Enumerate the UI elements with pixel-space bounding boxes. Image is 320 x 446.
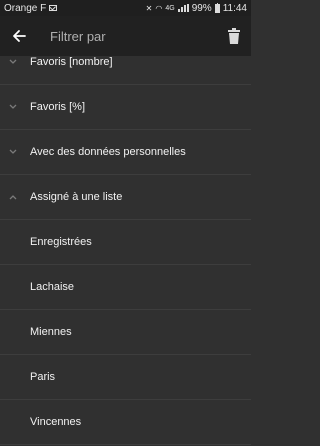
filter-label: Favoris [nombre] (30, 56, 113, 68)
list-option-paris[interactable]: Paris (0, 355, 251, 400)
mute-icon: ✕ (145, 3, 153, 13)
status-bar: Orange F ✕ ◠ 4G 99% 11:44 (0, 0, 251, 16)
clock: 11:44 (222, 2, 247, 14)
battery-icon (214, 2, 220, 13)
chevron-up-icon (8, 192, 18, 202)
list-option-miennes[interactable]: Miennes (0, 310, 251, 355)
filter-donnees-personnelles[interactable]: Avec des données personnelles (0, 130, 251, 175)
list-option-vincennes[interactable]: Vincennes (0, 400, 251, 445)
wifi-icon: ◠ (155, 3, 163, 13)
filter-label: Assigné à une liste (30, 191, 123, 203)
mail-notification-icon (49, 5, 58, 11)
battery-percent: 99% (191, 2, 212, 14)
chevron-down-icon (8, 147, 18, 157)
network-type: 4G (165, 4, 175, 12)
filter-favoris-percent[interactable]: Favoris [%] (0, 85, 251, 130)
chevron-down-icon (8, 102, 18, 112)
filter-list: Favoris [nombre] Favoris [%] Avec des do… (0, 40, 251, 445)
list-option-enregistrees[interactable]: Enregistrées (0, 220, 251, 265)
filter-assigne-liste[interactable]: Assigné à une liste (0, 175, 251, 220)
list-option-lachaise[interactable]: Lachaise (0, 265, 251, 310)
chevron-down-icon (8, 57, 18, 67)
carrier-name: Orange F (4, 2, 47, 14)
filter-label: Avec des données personnelles (30, 146, 186, 158)
filter-label: Favoris [%] (30, 101, 86, 113)
filter-favoris-nombre[interactable]: Favoris [nombre] (0, 40, 251, 85)
signal-icon (177, 4, 189, 12)
